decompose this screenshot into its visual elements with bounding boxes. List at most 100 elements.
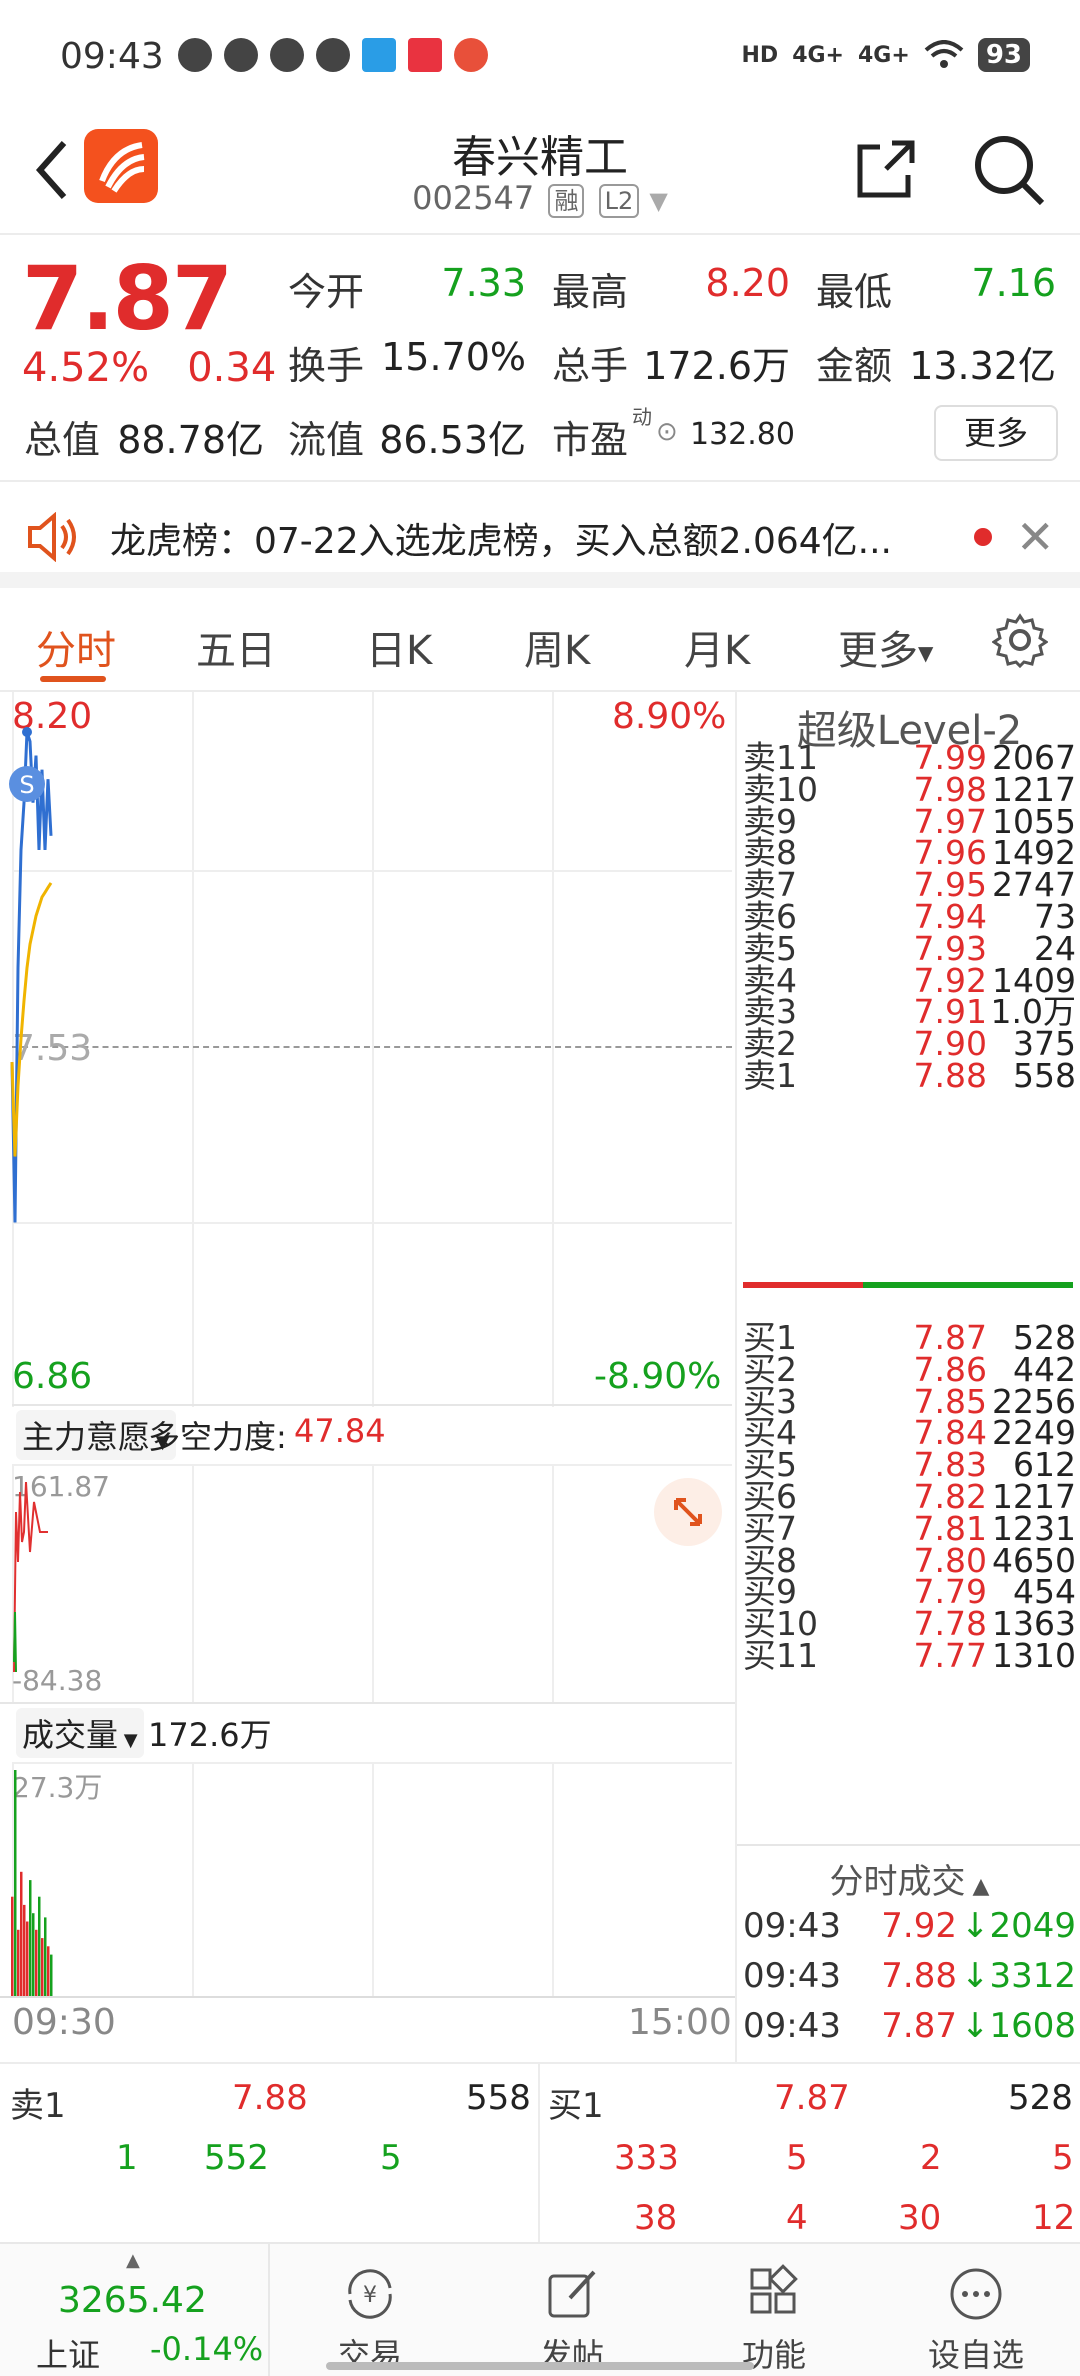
index-widget[interactable]: ▲ 3265.42 上证 -0.14%	[0, 2244, 270, 2376]
turnover-label: 换手	[288, 344, 365, 388]
close-icon[interactable]: ✕	[1016, 510, 1055, 564]
trade-volume: ↓1608	[960, 2006, 1076, 2046]
volume-bar	[50, 1954, 53, 1996]
ask-row[interactable]: 卖5 7.93 24	[737, 928, 1080, 968]
ask-row[interactable]: 卖10 7.98 1217	[737, 769, 1080, 809]
trade-time: 09:43	[743, 2006, 841, 2046]
indicator-plot	[13, 1481, 48, 1673]
share-icon[interactable]	[850, 133, 922, 205]
buy-queue-item: 5	[786, 2138, 808, 2178]
sell-strength-bar	[743, 1282, 863, 1288]
nav-add-watchlist[interactable]: 设自选	[916, 2254, 1036, 2374]
info-icon[interactable]: ⊙	[656, 417, 678, 447]
cloud-icon	[316, 38, 350, 72]
ask-row[interactable]: 卖1 7.88 558	[737, 1056, 1080, 1095]
gauge-icon	[224, 38, 258, 72]
trade-ticks-title[interactable]: 分时成交 ▲	[737, 1854, 1080, 1903]
caret-up-icon: ▲	[126, 2250, 140, 2271]
tab-5day[interactable]: 五日	[196, 618, 276, 676]
tab-intraday[interactable]: 分时	[36, 618, 116, 676]
stock-header: 春兴精工 002547 融 L2 ▼	[0, 115, 1080, 235]
telegram-icon	[362, 38, 396, 72]
level2-tag: L2	[598, 184, 640, 218]
ask-volume: 24	[1034, 928, 1076, 968]
tab-more[interactable]: 更多▼	[838, 618, 933, 676]
bid-row[interactable]: 买11 7.77 1310	[737, 1636, 1080, 1675]
trade-ticks-label: 分时成交	[829, 1862, 966, 1902]
bid-row[interactable]: 买2 7.86 442	[737, 1349, 1080, 1389]
nav-post[interactable]: 发帖	[512, 2254, 632, 2374]
bid-price: 7.77	[913, 1636, 987, 1675]
edit-icon	[548, 2270, 596, 2318]
bid-volume: 1310	[992, 1636, 1076, 1675]
volume-value: 172.6万	[643, 344, 790, 388]
volume-bar	[32, 1913, 35, 1996]
volume-bar	[26, 1921, 29, 1996]
buy-queue-item: 12	[1032, 2198, 1076, 2238]
sell1-price: 7.88	[232, 2078, 308, 2118]
tab-weekly-k[interactable]: 周K	[524, 618, 590, 676]
nav-trade[interactable]: ¥ 交易	[310, 2254, 430, 2374]
notification-icons	[178, 38, 488, 72]
volume-bar	[14, 1770, 17, 1996]
tab-daily-k[interactable]: 日K	[366, 618, 432, 676]
tab-active-indicator	[40, 676, 106, 682]
sell1-vol: 558	[466, 2078, 531, 2118]
index-name: 上证	[36, 2336, 101, 2374]
news-ticker[interactable]: 龙虎榜：07-22入选龙虎榜，买入总额2.064亿... ✕	[0, 484, 1080, 588]
gear-icon[interactable]	[992, 612, 1048, 668]
bid-volume: 1231	[992, 1508, 1076, 1548]
ask-price: 7.88	[913, 1056, 987, 1095]
buy-queue-item: 4	[786, 2198, 808, 2238]
sell-queue-item: 552	[204, 2138, 269, 2178]
chart-tabs: 分时 五日 日K 周K 月K 更多▼	[0, 604, 1080, 692]
search-icon[interactable]	[968, 129, 1048, 209]
grid-icon	[750, 2264, 798, 2314]
trade-row: 09:43 7.88 ↓3312	[737, 1956, 1080, 2004]
app-badge-icon	[408, 38, 442, 72]
bid-row[interactable]: 买7 7.81 1231	[737, 1508, 1080, 1548]
sell1-label: 卖1	[10, 2086, 66, 2126]
open-label: 今开	[288, 270, 365, 314]
tab-more-label: 更多	[838, 628, 918, 674]
ask-level: 卖10	[743, 769, 818, 809]
news-text: 龙虎榜：07-22入选龙虎榜，买入总额2.064亿...	[110, 521, 892, 562]
volume-bar	[35, 1929, 38, 1996]
buy1-vol: 528	[1008, 2078, 1073, 2118]
index-value: 3265.42	[58, 2280, 207, 2321]
bid-level: 买2	[743, 1349, 797, 1389]
price-line	[10, 731, 53, 1223]
high-point	[22, 727, 32, 737]
volume-total: 172.6万	[148, 1716, 272, 1754]
margin-tag: 融	[548, 184, 585, 218]
turnover-value: 15.70%	[381, 335, 526, 379]
home-indicator	[326, 2362, 754, 2370]
amount-label: 金额	[816, 344, 893, 388]
order-book: 超级Level-2 卖11 7.99 2067 卖10 7.98 1217 卖9 7.97 10…	[735, 692, 1080, 2062]
nav-functions[interactable]: 功能	[714, 2254, 834, 2374]
float-value: 86.53亿	[379, 418, 526, 462]
more-button[interactable]: 更多	[934, 405, 1058, 461]
volume-dropdown[interactable]: 成交量 ▼	[16, 1708, 144, 1758]
current-price: 7.87	[22, 247, 233, 350]
status-right: HD 4G+ 4G+ 93	[742, 38, 1030, 72]
ask-volume: 558	[1013, 1056, 1076, 1095]
tab-monthly-k[interactable]: 月K	[684, 618, 750, 676]
time-end: 15:00	[628, 2002, 732, 2043]
change-percent: 4.52%	[22, 345, 150, 391]
buy-queue-item: 333	[614, 2138, 679, 2178]
buy-queue-item: 2	[920, 2138, 942, 2178]
open-value: 7.33	[441, 261, 526, 305]
buy-queue-item: 38	[634, 2198, 678, 2238]
ask-level: 卖5	[743, 928, 797, 968]
trade-row: 09:43 7.92 ↓2049	[737, 1906, 1080, 1954]
amount-value: 13.32亿	[909, 344, 1056, 388]
intraday-chart[interactable]: 8.20 8.90% 7.53 6.86 -8.90% S 主力意愿 ▼ 多空力…	[0, 692, 735, 2062]
volume-label: 总手	[552, 344, 629, 388]
quote-panel: 7.87 4.52% 0.34 今开 7.33 最高 8.20 最低 7.16 …	[0, 237, 1080, 482]
expand-button[interactable]	[654, 1478, 722, 1546]
caret-down-icon: ▼	[118, 1730, 138, 1751]
volume-bar	[11, 1896, 14, 1996]
time-start: 09:30	[12, 2002, 116, 2043]
price-plot: S	[9, 727, 53, 1223]
